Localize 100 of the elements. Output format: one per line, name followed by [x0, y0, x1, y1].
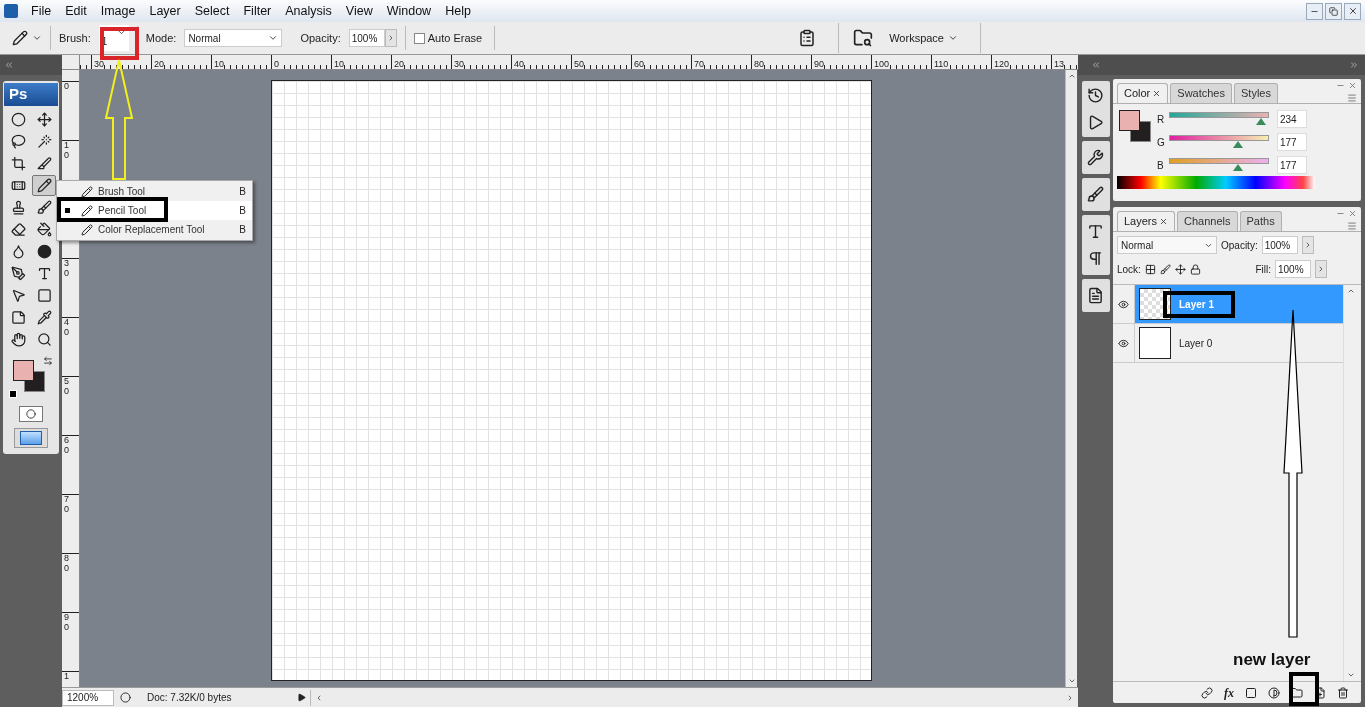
- menu-item[interactable]: Filter: [236, 1, 279, 21]
- panel-tab[interactable]: Swatches: [1170, 83, 1232, 103]
- brush-icon[interactable]: [1087, 186, 1104, 203]
- pencil-icon: [81, 204, 93, 217]
- shortcut-label: B: [239, 204, 246, 218]
- menu-item[interactable]: Edit: [58, 1, 94, 21]
- tool-preset-button[interactable]: [12, 26, 51, 50]
- swap-icon[interactable]: [43, 356, 53, 366]
- lock-position-icon[interactable]: [1174, 263, 1186, 275]
- visibility-toggle[interactable]: [1118, 298, 1129, 310]
- panel-tab[interactable]: Color: [1117, 83, 1169, 103]
- crop-icon: [10, 156, 26, 171]
- ruler-label: 10: [332, 59, 344, 69]
- screen-mode-button[interactable]: [14, 428, 48, 448]
- panel-tab[interactable]: Channels: [1177, 211, 1238, 231]
- stamp-icon: [10, 200, 26, 215]
- close-icon[interactable]: [1159, 217, 1169, 226]
- half-circle-icon[interactable]: [1268, 686, 1280, 699]
- paragraph-icon[interactable]: [1087, 250, 1104, 267]
- mask-icon[interactable]: [1245, 686, 1257, 699]
- visibility-toggle[interactable]: [1118, 337, 1129, 349]
- default-colors-icon[interactable]: [9, 390, 17, 398]
- workspace-button[interactable]: Workspace: [889, 29, 958, 47]
- fill-label: Fill:: [1255, 262, 1271, 277]
- palette-well-icon[interactable]: [798, 29, 817, 47]
- status-icon[interactable]: [120, 692, 131, 703]
- channel-value-field[interactable]: 177: [1277, 156, 1307, 174]
- wrench-icon[interactable]: [1087, 149, 1104, 166]
- ruler-label: 100: [872, 59, 890, 69]
- chevron-down-icon: [1346, 671, 1355, 679]
- ruler-label: 110: [932, 59, 949, 69]
- close-icon[interactable]: [1348, 81, 1357, 90]
- panel-tab[interactable]: Layers: [1117, 211, 1176, 231]
- opacity-slider-button[interactable]: [1301, 236, 1314, 254]
- menu-item[interactable]: Window: [379, 1, 439, 21]
- menu-item[interactable]: File: [24, 1, 59, 21]
- chevron-right-icon: [1317, 265, 1325, 273]
- opacity-field[interactable]: 100%: [348, 29, 385, 47]
- folder-search-icon[interactable]: [853, 28, 874, 48]
- history-icon[interactable]: [1087, 87, 1104, 104]
- menu-item[interactable]: Image: [93, 1, 143, 21]
- lock-pixels-icon[interactable]: [1159, 263, 1171, 275]
- eye-icon: [1118, 298, 1129, 310]
- opacity-field[interactable]: 100%: [1261, 236, 1298, 254]
- zoom-field[interactable]: 1200%: [62, 689, 114, 706]
- close-icon[interactable]: [1152, 89, 1162, 98]
- slider-thumb[interactable]: [1233, 141, 1244, 148]
- channel-label: B: [1157, 158, 1165, 173]
- slider-thumb[interactable]: [1255, 118, 1266, 125]
- menu-item[interactable]: Analysis: [278, 1, 339, 21]
- lock-transparency-icon[interactable]: [1144, 263, 1156, 275]
- menu-item[interactable]: Layer: [142, 1, 188, 21]
- eraser-icon: [10, 222, 26, 237]
- flyout-menu-item[interactable]: Color Replacement Tool B: [57, 220, 252, 239]
- vertical-scrollbar[interactable]: [1065, 70, 1077, 687]
- mode-dropdown[interactable]: Normal: [184, 29, 283, 47]
- close-icon: [1347, 6, 1358, 16]
- ruler-label: 70: [64, 495, 70, 515]
- restore-button[interactable]: [1325, 2, 1342, 20]
- flyout-item-label: Pencil Tool: [98, 204, 147, 218]
- tool-button[interactable]: [32, 175, 56, 196]
- fill-field[interactable]: 100%: [1275, 260, 1311, 278]
- ruler-label: 10: [64, 141, 70, 161]
- menu-item[interactable]: Select: [187, 1, 237, 21]
- flyout-menu-item[interactable]: Brush Tool B: [57, 182, 252, 201]
- close-button[interactable]: [1344, 2, 1361, 20]
- ellipse-marquee-icon: [10, 112, 26, 127]
- channel-value-field[interactable]: 234: [1277, 110, 1307, 128]
- folder-icon[interactable]: [1291, 686, 1303, 699]
- auto-erase-checkbox[interactable]: [413, 32, 425, 44]
- pencil-icon: [81, 223, 93, 236]
- character-icon[interactable]: [1087, 223, 1104, 240]
- trash-icon[interactable]: [1337, 686, 1349, 699]
- fill-slider-button[interactable]: [1315, 260, 1327, 278]
- channel-value-field[interactable]: 177: [1277, 133, 1307, 151]
- panel-tab[interactable]: Paths: [1239, 211, 1282, 231]
- blend-mode-dropdown[interactable]: Normal: [1117, 236, 1217, 254]
- lock-label: Lock:: [1117, 262, 1141, 277]
- channel-label: R: [1157, 112, 1166, 127]
- close-icon[interactable]: [1348, 209, 1357, 218]
- ruler-label: 40: [512, 59, 524, 69]
- play-icon[interactable]: [1087, 114, 1104, 131]
- play-icon[interactable]: [297, 693, 306, 702]
- color-spectrum[interactable]: [1117, 176, 1315, 189]
- brush-icon: [36, 200, 52, 215]
- panel-tab[interactable]: Styles: [1234, 83, 1278, 103]
- menu-item[interactable]: View: [338, 1, 380, 21]
- quick-mask-button[interactable]: [19, 406, 43, 422]
- app-icon: [4, 4, 18, 18]
- color-swatches-icon[interactable]: [1119, 110, 1151, 142]
- link-icon[interactable]: [1201, 686, 1213, 699]
- color-slider[interactable]: [1169, 135, 1269, 149]
- lock-icon[interactable]: [1189, 263, 1201, 275]
- layer-style-button[interactable]: fx: [1224, 683, 1234, 702]
- ruler-label: 30: [92, 59, 104, 69]
- document-icon[interactable]: [1087, 287, 1104, 304]
- color-slider[interactable]: [1169, 112, 1269, 126]
- layer-row[interactable]: Layer 0: [1113, 324, 1343, 363]
- color-swatches-icon[interactable]: [13, 360, 45, 392]
- menu-item[interactable]: Help: [438, 1, 478, 21]
